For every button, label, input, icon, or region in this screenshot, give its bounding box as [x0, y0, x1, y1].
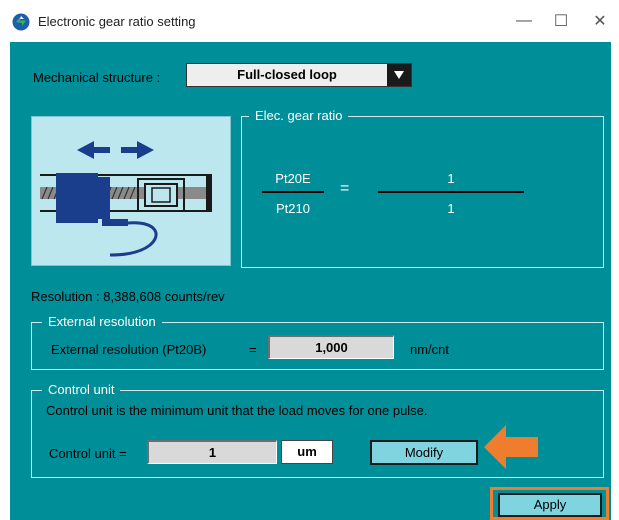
modify-button[interactable]: Modify: [370, 440, 478, 465]
mechanism-illustration: [31, 116, 231, 266]
close-button[interactable]: ✕: [585, 8, 615, 34]
control-unit-input[interactable]: 1: [147, 440, 277, 464]
control-unit-label: Control unit =: [49, 446, 127, 461]
value-fraction-bar: [378, 191, 524, 193]
maximize-button[interactable]: ☐: [546, 8, 576, 34]
external-resolution-input[interactable]: 1,000: [268, 335, 394, 359]
control-unit-legend: Control unit: [42, 382, 121, 397]
dropdown-arrow-icon[interactable]: [387, 64, 411, 86]
elec-gear-ratio-legend: Elec. gear ratio: [249, 108, 349, 123]
resolution-text: Resolution : 8,388,608 counts/rev: [31, 289, 225, 304]
control-unit-unit-box: um: [281, 440, 333, 464]
numerator-value: 1: [447, 171, 455, 186]
denominator-value: 1: [447, 201, 455, 216]
mechanical-structure-value: Full-closed loop: [237, 67, 337, 82]
title-bar: Electronic gear ratio setting — ☐ ✕: [0, 0, 619, 42]
param-fraction-bar: [262, 191, 324, 193]
minimize-button[interactable]: —: [509, 8, 539, 34]
ball-screw-icon: [40, 173, 212, 257]
ratio-equals-sign: =: [340, 180, 350, 197]
control-unit-description: Control unit is the minimum unit that th…: [46, 403, 428, 418]
external-resolution-unit: nm/cnt: [410, 342, 450, 357]
external-resolution-label: External resolution (Pt20B): [51, 342, 207, 357]
app-logo-icon: [12, 13, 30, 31]
arrow-left-right-icon: [77, 141, 154, 159]
mechanical-structure-select[interactable]: Full-closed loop: [186, 63, 412, 87]
arrow-pointer-icon: [484, 425, 538, 469]
numerator-param: Pt20E: [275, 171, 311, 186]
window-title: Electronic gear ratio setting: [38, 14, 196, 29]
external-resolution-equals: =: [249, 342, 257, 357]
external-resolution-legend: External resolution: [42, 314, 162, 329]
denominator-param: Pt210: [276, 201, 310, 216]
mechanical-structure-label: Mechanical structure :: [33, 70, 161, 85]
apply-button[interactable]: Apply: [498, 493, 602, 517]
